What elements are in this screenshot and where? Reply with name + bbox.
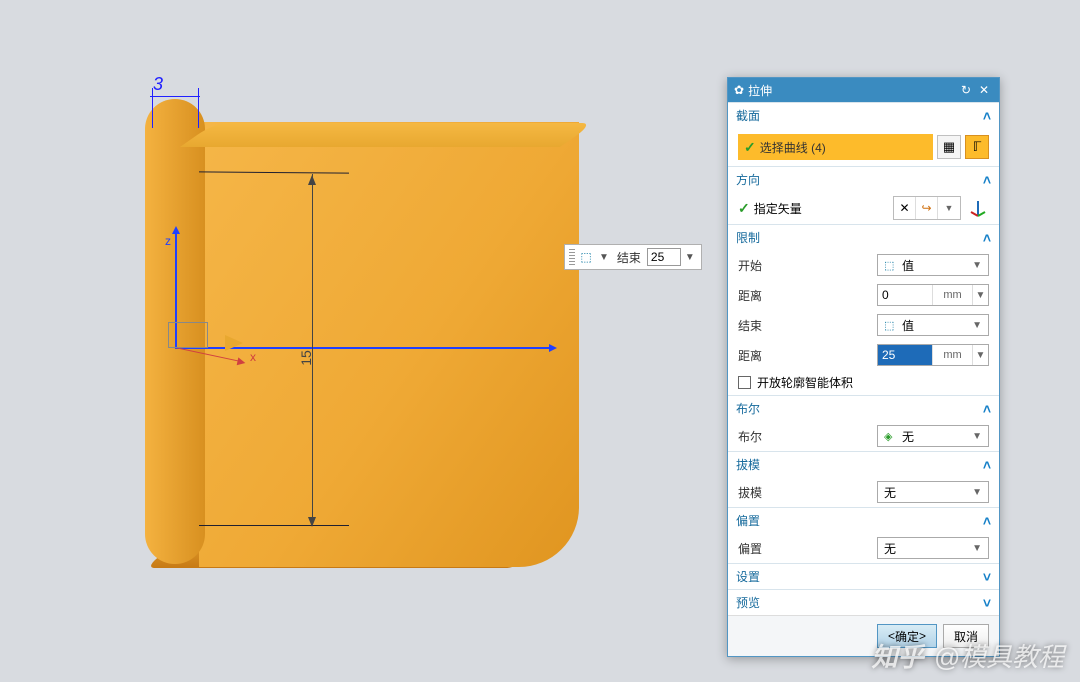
check-icon: ✓ bbox=[738, 200, 750, 217]
end-label: 结束 bbox=[738, 317, 808, 334]
chevron-down-icon: ▼ bbox=[972, 320, 982, 331]
chevron-up-icon: ˄ bbox=[983, 172, 991, 188]
chevron-down-icon[interactable]: ▼ bbox=[972, 285, 988, 305]
dimension-width-bar bbox=[150, 96, 200, 97]
chevron-up-icon: ˄ bbox=[983, 457, 991, 473]
origin-csys-box bbox=[168, 322, 208, 348]
section-header-draft[interactable]: 拔模 ˄ bbox=[728, 451, 999, 477]
watermark-text: @模具教程 bbox=[934, 637, 1064, 674]
offset-value: 无 bbox=[884, 540, 896, 557]
drag-handle-icon[interactable] bbox=[569, 249, 575, 265]
reset-icon[interactable]: ↻ bbox=[957, 81, 975, 99]
chevron-down-icon: ▼ bbox=[972, 431, 982, 442]
section-title-settings: 设置 bbox=[736, 568, 760, 585]
start-distance-input[interactable] bbox=[878, 285, 932, 305]
chevron-down-icon[interactable]: ▼ bbox=[972, 345, 988, 365]
none-icon: ◈ bbox=[884, 430, 898, 443]
section-title-draft: 拔模 bbox=[736, 456, 760, 473]
start-distance-input-group: mm ▼ bbox=[877, 284, 989, 306]
end-distance-input[interactable] bbox=[878, 345, 932, 365]
section-header-boolean[interactable]: 布尔 ˄ bbox=[728, 395, 999, 421]
section-header-direction[interactable]: 方向 ˄ bbox=[728, 166, 999, 192]
chevron-down-icon: ▼ bbox=[972, 260, 982, 271]
start-label: 开始 bbox=[738, 257, 808, 274]
sketch-section-icon[interactable]: ▦ bbox=[937, 135, 961, 159]
limit-type-icon[interactable]: ⬚ bbox=[577, 248, 595, 266]
axis-x-label: x bbox=[250, 350, 256, 364]
section-header-preview[interactable]: 预览 ˅ bbox=[728, 589, 999, 615]
dimension-height-arrow-top bbox=[308, 171, 316, 185]
value-icon: ⬚ bbox=[884, 319, 898, 332]
specify-vector-label: 指定矢量 bbox=[754, 200, 802, 217]
dimension-width-extents bbox=[148, 92, 203, 132]
section-header-limits[interactable]: 限制 ˄ bbox=[728, 224, 999, 250]
start-distance-unit: mm bbox=[932, 285, 972, 305]
origin-direction-cone[interactable] bbox=[225, 335, 251, 351]
select-curve-field[interactable]: ✓ 选择曲线 (4) bbox=[738, 134, 933, 160]
open-profile-label: 开放轮廓智能体积 bbox=[757, 374, 853, 391]
close-icon[interactable]: ✕ bbox=[975, 81, 993, 99]
dialog-title-text: 拉伸 bbox=[748, 82, 772, 99]
section-title-preview: 预览 bbox=[736, 594, 760, 611]
vector-infer-icon[interactable]: ✕ bbox=[894, 197, 916, 219]
boolean-label: 布尔 bbox=[738, 428, 808, 445]
curve-rule-icon[interactable]: ℾ bbox=[965, 135, 989, 159]
start-type-value: 值 bbox=[902, 257, 914, 274]
chevron-down-icon: ▼ bbox=[972, 543, 982, 554]
vector-method-buttons: ✕ ↪ ▼ bbox=[893, 196, 961, 220]
extrude-dialog: ✿ 拉伸 ↻ ✕ 截面 ˄ ✓ 选择曲线 (4) ▦ ℾ 方向 ˄ ✓ 指定矢量… bbox=[727, 77, 1000, 657]
offset-label: 偏置 bbox=[738, 540, 808, 557]
open-profile-checkbox[interactable] bbox=[738, 376, 751, 389]
end-type-value: 值 bbox=[902, 317, 914, 334]
chevron-up-icon: ˄ bbox=[983, 401, 991, 417]
section-header-settings[interactable]: 设置 ˅ bbox=[728, 563, 999, 589]
axis-z-label: z bbox=[165, 234, 171, 248]
section-title-direction: 方向 bbox=[736, 171, 760, 188]
end-type-select[interactable]: ⬚ 值 ▼ bbox=[877, 314, 989, 336]
draft-select[interactable]: 无 ▼ bbox=[877, 481, 989, 503]
draft-label: 拔模 bbox=[738, 484, 808, 501]
value-icon: ⬚ bbox=[884, 259, 898, 272]
watermark: 知乎 @模具教程 bbox=[872, 637, 1064, 674]
offset-select[interactable]: 无 ▼ bbox=[877, 537, 989, 559]
end-distance-input-group: mm ▼ bbox=[877, 344, 989, 366]
dialog-titlebar[interactable]: ✿ 拉伸 ↻ ✕ bbox=[728, 78, 999, 102]
section-title-curve: 截面 bbox=[736, 107, 760, 124]
check-icon: ✓ bbox=[744, 139, 756, 156]
vector-reverse-icon[interactable]: ↪ bbox=[916, 197, 938, 219]
boolean-value: 无 bbox=[902, 428, 914, 445]
chevron-down-icon: ˅ bbox=[983, 595, 991, 611]
section-header-curve[interactable]: 截面 ˄ bbox=[728, 102, 999, 128]
section-title-limits: 限制 bbox=[736, 229, 760, 246]
chevron-down-icon: ˅ bbox=[983, 569, 991, 585]
chevron-up-icon: ˄ bbox=[983, 230, 991, 246]
end-distance-label: 距离 bbox=[738, 347, 808, 364]
select-curve-text: 选择曲线 (4) bbox=[760, 139, 826, 156]
start-distance-label: 距离 bbox=[738, 287, 808, 304]
boolean-select[interactable]: ◈ 无 ▼ bbox=[877, 425, 989, 447]
section-title-offset: 偏置 bbox=[736, 512, 760, 529]
chevron-up-icon: ˄ bbox=[983, 513, 991, 529]
section-title-boolean: 布尔 bbox=[736, 400, 760, 417]
watermark-logo: 知乎 bbox=[872, 637, 924, 674]
section-header-offset[interactable]: 偏置 ˄ bbox=[728, 507, 999, 533]
gear-icon[interactable]: ✿ bbox=[734, 83, 744, 97]
chevron-up-icon: ˄ bbox=[983, 108, 991, 124]
chevron-down-icon: ▼ bbox=[972, 487, 982, 498]
end-distance-unit: mm bbox=[932, 345, 972, 365]
dimension-height-ext-bottom bbox=[199, 525, 349, 526]
vector-dropdown-caret[interactable]: ▼ bbox=[938, 197, 960, 219]
limit-type-dropdown-caret[interactable]: ▼ bbox=[597, 252, 611, 263]
mini-end-label: 结束 bbox=[613, 249, 645, 266]
dimension-height-arrow-bottom bbox=[308, 517, 316, 531]
dimension-height-label: 15 bbox=[298, 350, 314, 366]
draft-value: 无 bbox=[884, 484, 896, 501]
on-screen-input-toolbar[interactable]: ⬚ ▼ 结束 ▼ bbox=[564, 244, 702, 270]
mini-end-value-input[interactable] bbox=[647, 248, 681, 266]
start-type-select[interactable]: ⬚ 值 ▼ bbox=[877, 254, 989, 276]
vector-axis-icon[interactable] bbox=[967, 197, 989, 219]
mini-end-value-caret[interactable]: ▼ bbox=[683, 252, 697, 263]
